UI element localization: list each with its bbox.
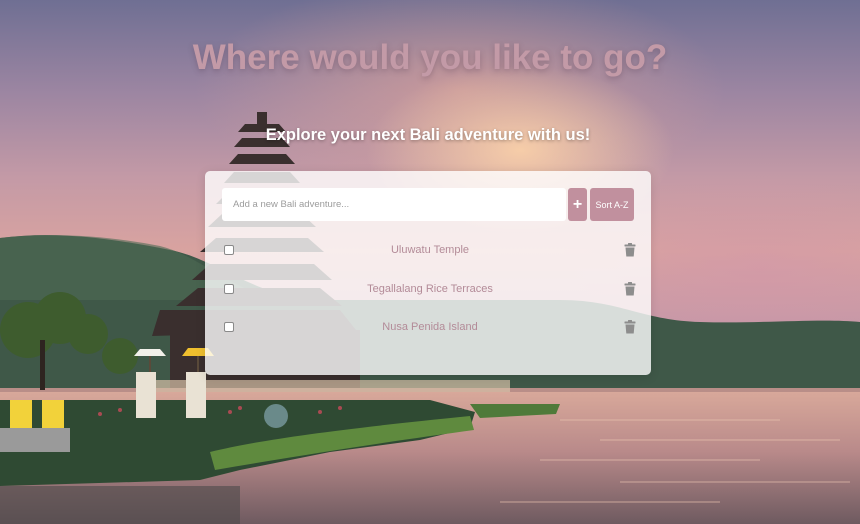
trash-icon[interactable] xyxy=(624,320,636,334)
trash-icon[interactable] xyxy=(624,243,636,257)
item-label: Nusa Penida Island xyxy=(382,321,478,333)
adventure-input[interactable] xyxy=(222,188,566,221)
item-checkbox[interactable] xyxy=(224,322,234,332)
list-item: Nusa Penida Island xyxy=(205,309,651,348)
item-checkbox[interactable] xyxy=(224,283,234,294)
page-title: Where would you like to go? xyxy=(192,38,668,77)
item-label: Tegallalang Rice Terraces xyxy=(367,282,493,295)
item-label: Uluwatu Temple xyxy=(390,244,470,256)
adventure-card: + Sort A-Z Uluwatu Temple Tegallalang Ri… xyxy=(205,171,651,375)
list-item: Tegallalang Rice Terraces xyxy=(205,271,651,310)
adventure-list: Uluwatu Temple Tegallalang Rice Terraces… xyxy=(205,232,651,348)
list-item: Uluwatu Temple xyxy=(205,232,651,271)
item-checkbox[interactable] xyxy=(224,245,234,255)
sort-az-button[interactable]: Sort A-Z xyxy=(590,188,634,221)
trash-icon[interactable] xyxy=(624,281,636,296)
add-button[interactable]: + xyxy=(568,188,587,221)
page-subtitle: Explore your next Bali adventure with us… xyxy=(265,126,591,144)
